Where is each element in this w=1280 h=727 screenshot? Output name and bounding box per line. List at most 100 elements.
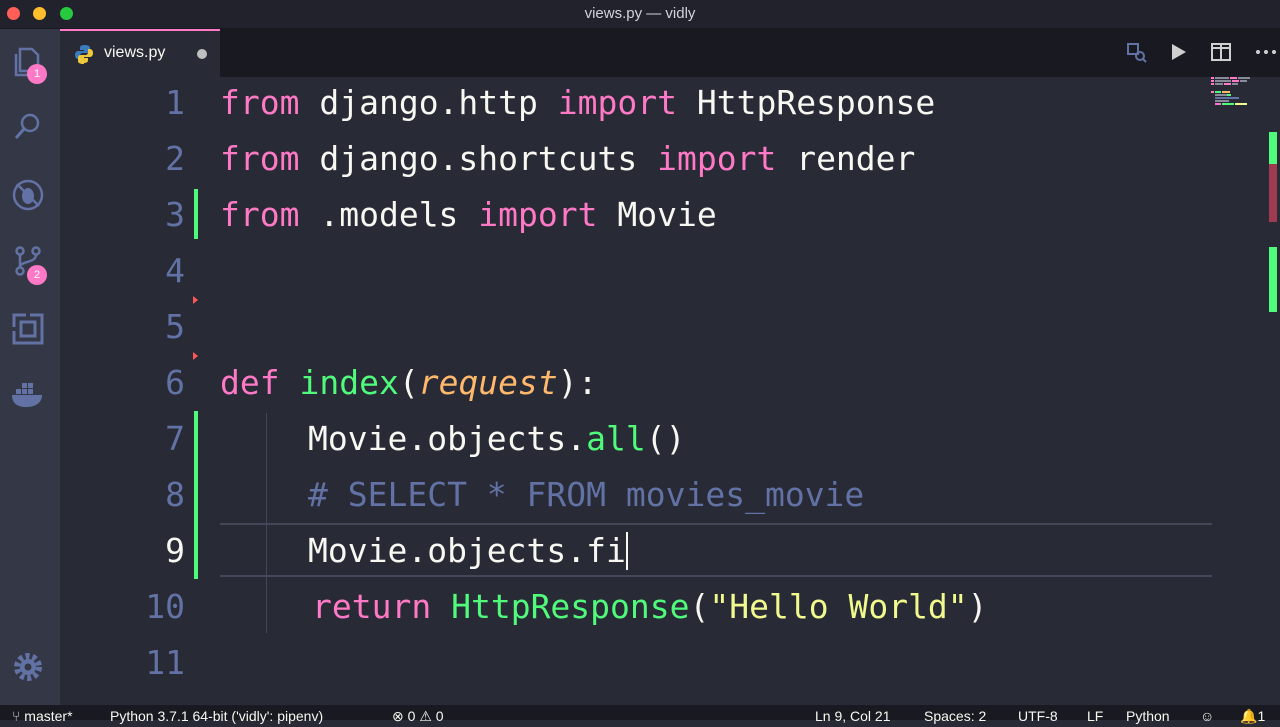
code-token: .models [299,195,479,234]
language-mode[interactable]: Python [1126,705,1170,727]
tab-views-py[interactable]: views.py [60,29,220,77]
code-token: import [557,83,677,122]
split-editor-icon[interactable] [1209,40,1233,64]
line-number: 7 [165,419,185,458]
code-token: ( [689,587,710,626]
code-token: all [586,419,646,458]
code-token: Movie.objects.fi [308,531,626,570]
line-code: def index(request): [220,363,598,402]
line-code: from django.http import HttpResponse [220,83,935,122]
line-code: from .models import Movie [220,195,717,234]
debug-icon[interactable] [10,177,46,213]
python-file-icon [74,44,94,64]
code-line-active: 9 Movie.objects.fi [60,525,1220,581]
code-token: HttpResponse [676,83,936,122]
code-line: 2 from django.shortcuts import render [60,133,1220,189]
code-token: index [299,363,399,402]
code-line: 6 def index(request): [60,357,1220,413]
code-line: 8 # SELECT * FROM movies_movie [60,469,1220,525]
tab-label: views.py [104,44,166,61]
bell-icon: 🔔 [1240,708,1258,724]
search-icon[interactable] [10,109,46,145]
code-token: def [220,363,280,402]
line-code: # SELECT * FROM movies_movie [308,475,864,514]
code-token: ( [398,363,419,402]
code-token: django.shortcuts [299,139,658,178]
code-line: 1 from django.http import HttpResponse [60,77,1220,133]
unsaved-indicator[interactable] [197,49,207,59]
code-token: from [220,139,300,178]
python-interpreter[interactable]: Python 3.7.1 64-bit ('vidly': pipenv) [110,705,323,727]
branch-status[interactable]: ⑂ master* [12,705,73,727]
line-code: return HttpResponse("Hello World") [312,587,988,626]
code-line: 3 from .models import Movie [60,189,1220,245]
minimap[interactable] [1210,77,1265,117]
run-icon[interactable] [1166,40,1190,64]
eol-status[interactable]: LF [1087,705,1103,727]
overview-ruler-added [1269,132,1277,164]
title-bar: views.py — vidly [0,0,1280,29]
notification-count: 1 [1257,708,1266,724]
more-actions-icon[interactable] [1254,40,1278,64]
code-line: 7 Movie.objects.all() [60,413,1220,469]
branch-name: master* [24,708,73,724]
encoding-status[interactable]: UTF-8 [1018,705,1058,727]
indentation-status[interactable]: Spaces: 2 [924,705,986,727]
overview-ruler-deleted [1269,164,1277,222]
notifications[interactable]: 🔔1 [1240,705,1265,727]
code-token: import [657,139,777,178]
code-token: Movie.objects. [308,419,587,458]
warning-count: 0 [435,708,444,724]
window-title: views.py — vidly [584,5,696,22]
overview-ruler-modified [1269,247,1277,312]
line-number: 3 [165,195,185,234]
code-token: () [645,419,686,458]
text-cursor [625,532,628,570]
line-number: 8 [165,475,185,514]
code-line: 11 [60,637,1220,693]
feedback-smiley-icon[interactable]: ☺ [1200,705,1214,727]
docker-icon[interactable] [10,377,46,413]
line-number: 1 [165,83,185,122]
code-token: Movie [597,195,717,234]
code-editor[interactable]: 1 from django.http import HttpResponse 2… [60,77,1280,705]
status-bar: ⑂ master* Python 3.7.1 64-bit ('vidly': … [0,705,1280,724]
explorer-badge: 1 [27,64,47,84]
code-token: from [220,195,300,234]
code-line: 4 [60,245,1220,301]
editor-tab-bar: views.py [60,29,1280,77]
code-token: HttpResponse [451,587,690,626]
code-token: ) [967,587,988,626]
line-code: Movie.objects.fi [308,531,628,570]
code-token: "Hello World" [709,587,968,626]
line-number: 4 [165,251,185,290]
settings-gear-icon[interactable] [10,649,46,685]
line-code: Movie.objects.all() [308,419,686,458]
warning-icon: ⚠ [419,708,436,724]
code-token: request [418,363,558,402]
activity-bar: 1 2 [0,29,60,705]
cursor-position[interactable]: Ln 9, Col 21 [815,705,891,727]
open-changes-icon[interactable] [1124,40,1148,64]
extensions-icon[interactable] [10,311,46,347]
code-token: ): [557,363,598,402]
code-line: 5 [60,301,1220,357]
line-number: 9 [165,531,185,570]
error-count: 0 [407,708,416,724]
branch-icon: ⑂ [12,708,25,724]
line-code: from django.shortcuts import render [220,139,915,178]
line-number: 11 [145,643,185,682]
code-comment: # SELECT * FROM movies_movie [308,475,865,514]
problems-status[interactable]: ⊗ 0 ⚠ 0 [392,705,444,727]
error-icon: ⊗ [392,708,408,724]
code-token: render [776,139,916,178]
line-number: 10 [145,587,185,626]
code-token: import [478,195,598,234]
line-number: 6 [165,363,185,402]
line-number: 2 [165,139,185,178]
source-control-badge: 2 [27,265,47,285]
code-line: 10 return HttpResponse("Hello World") [60,581,1220,637]
code-token: from [220,83,300,122]
